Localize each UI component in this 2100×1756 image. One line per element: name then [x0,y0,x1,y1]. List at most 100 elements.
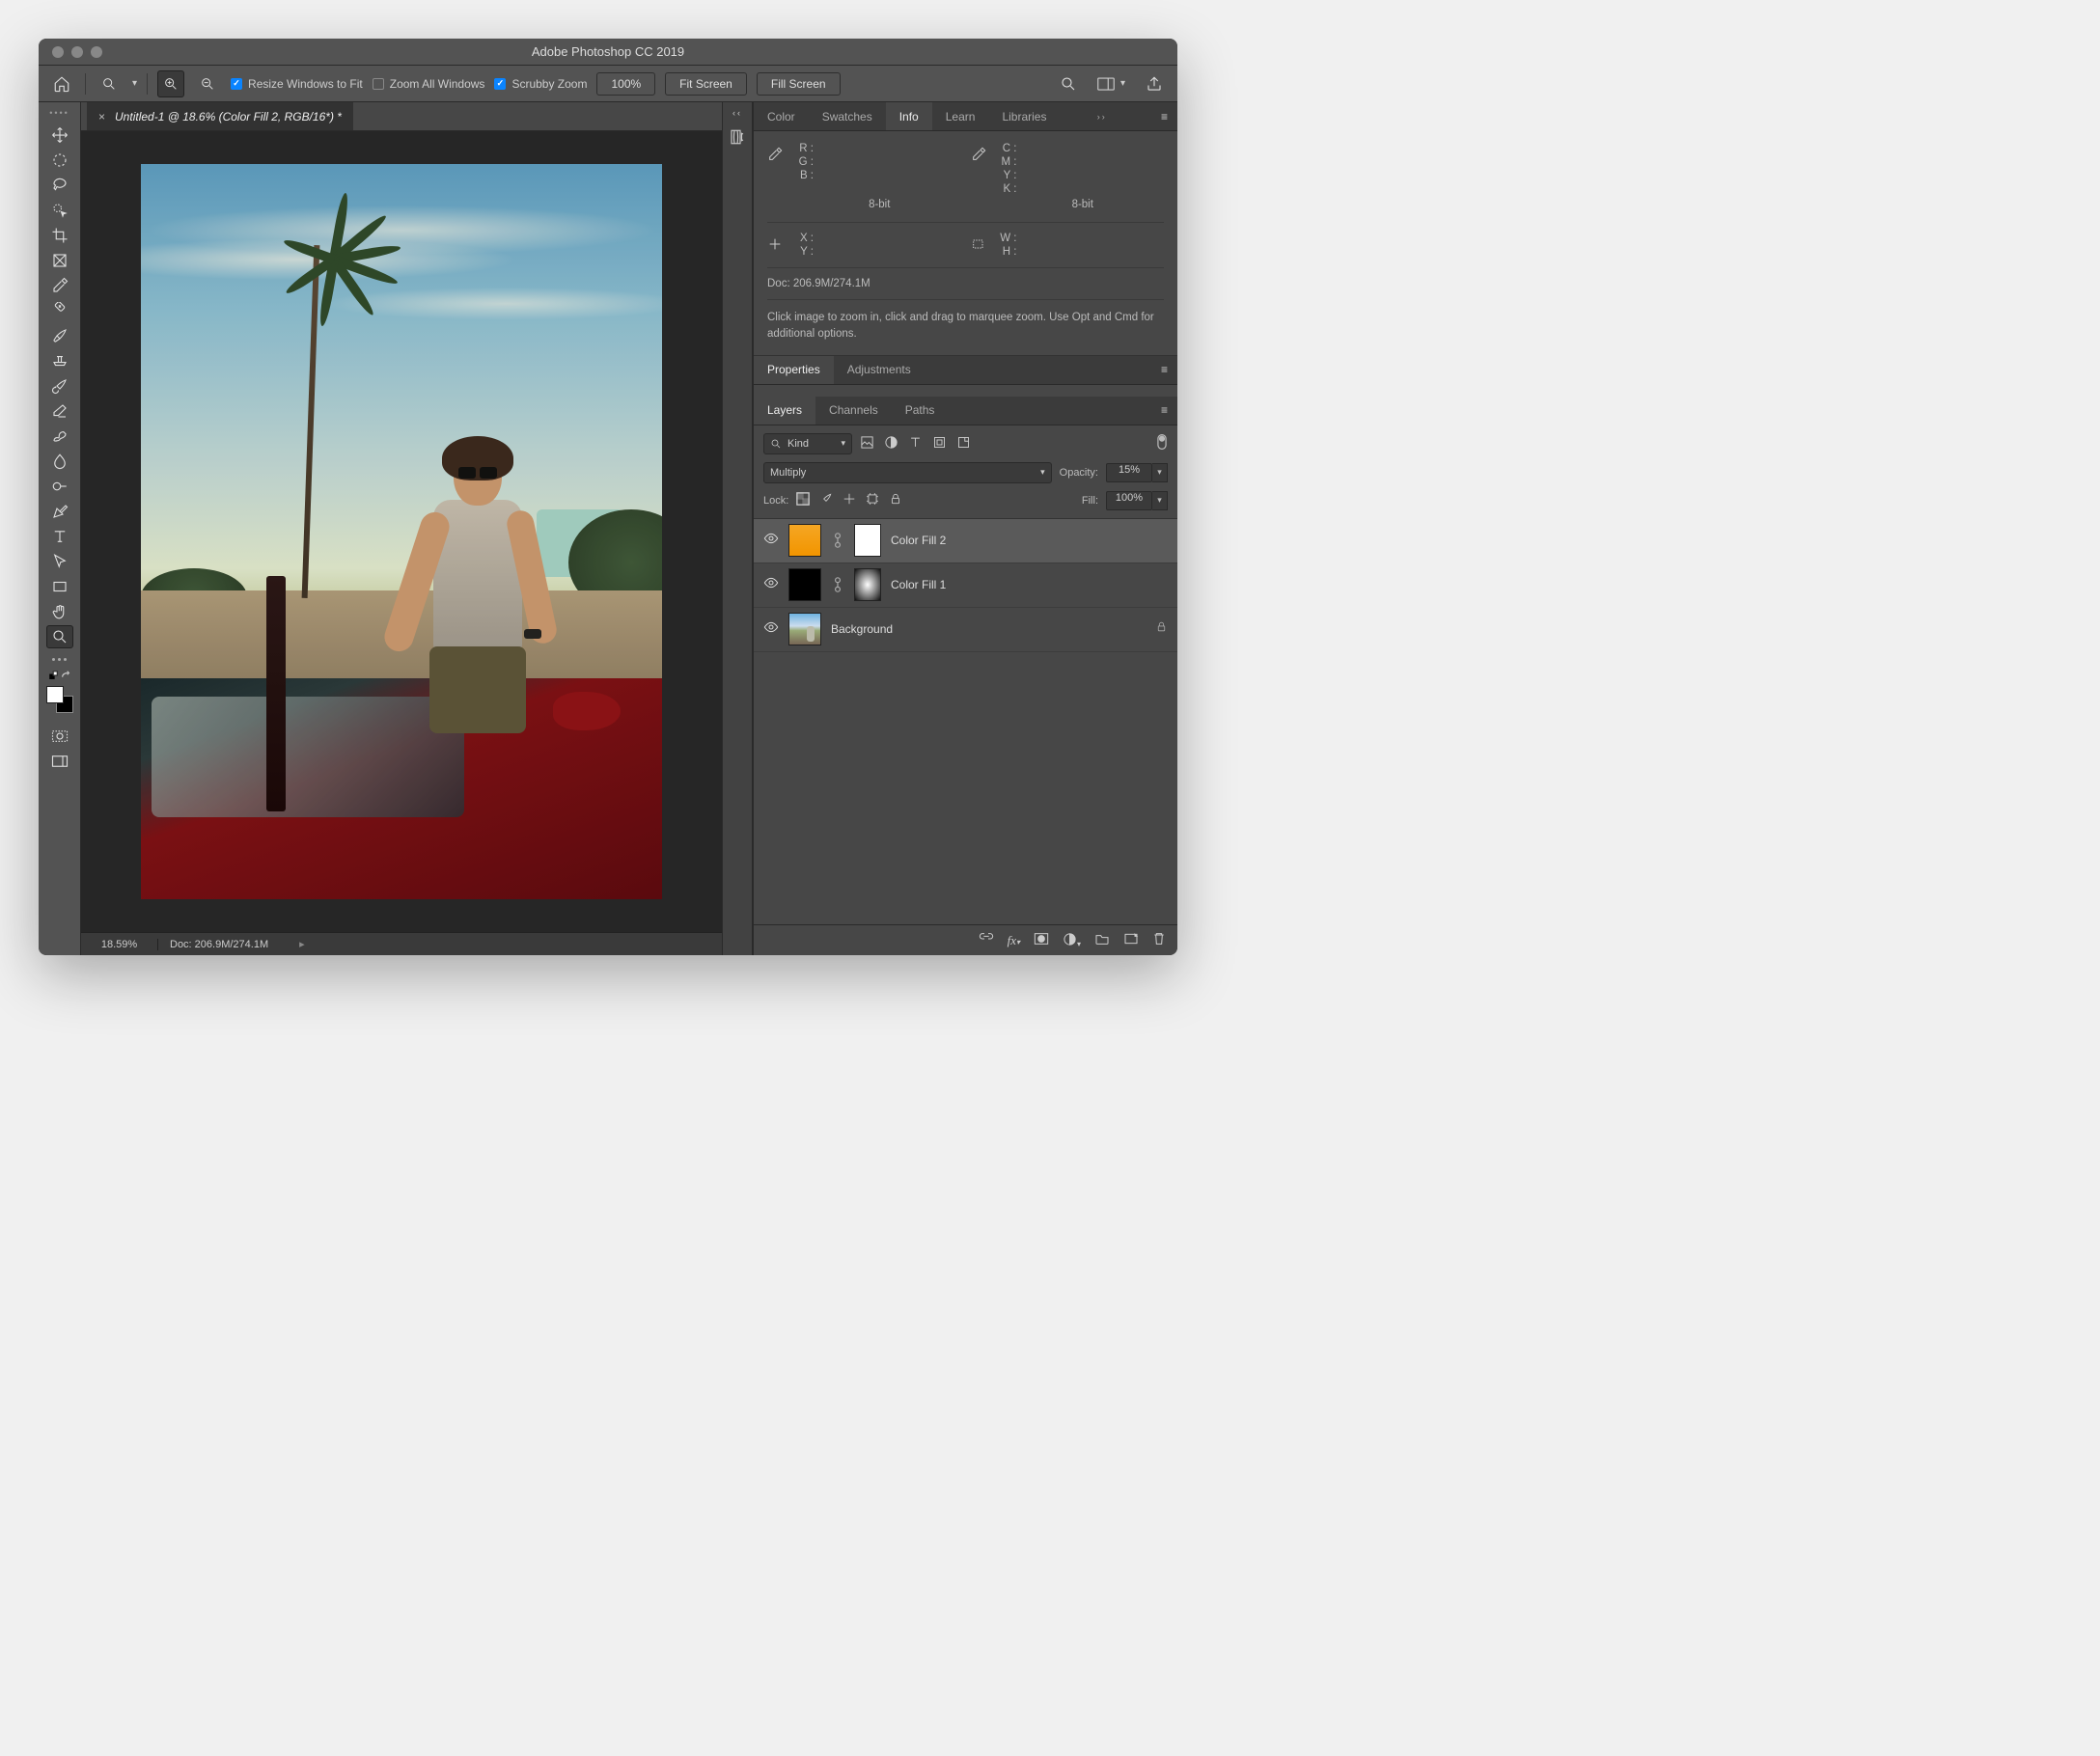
lock-icon[interactable] [1155,620,1168,638]
scrubby-zoom-checkbox[interactable]: Scrubby Zoom [494,77,587,91]
zoom-value-button[interactable]: 100% [596,72,655,96]
status-arrow-icon[interactable]: ▸ [299,938,305,950]
tool-preset-picker[interactable] [96,70,123,97]
minimize-window[interactable] [71,46,83,58]
hand-tool[interactable] [46,600,73,623]
mask-thumbnail[interactable] [854,568,881,601]
history-panel-icon[interactable] [724,123,751,151]
eyedropper-tool[interactable] [46,274,73,297]
layer-name[interactable]: Color Fill 2 [891,534,946,547]
clone-stamp-tool[interactable] [46,349,73,372]
foreground-background-colors[interactable] [46,686,73,713]
tab-libraries[interactable]: Libraries [988,102,1060,130]
layer-filter-select[interactable]: Kind ▾ [763,433,852,454]
layer-thumbnail[interactable] [788,524,821,557]
blend-mode-select[interactable]: Multiply ▾ [763,462,1052,483]
lock-artboard-icon[interactable] [866,492,879,508]
filter-type-icon[interactable] [908,435,923,453]
filter-adjustment-icon[interactable] [884,435,898,453]
filter-smartobject-icon[interactable] [956,435,971,453]
fit-screen-button[interactable]: Fit Screen [665,72,747,96]
dodge-tool[interactable] [46,475,73,498]
rectangle-tool[interactable] [46,575,73,598]
grip-icon[interactable]: •••• [49,108,69,118]
mask-thumbnail[interactable] [854,524,881,557]
tab-learn[interactable]: Learn [932,102,989,130]
layer-style-icon[interactable]: fx▾ [1008,933,1020,948]
collapse-panel-icon[interactable]: ›› [1097,112,1115,122]
tab-paths[interactable]: Paths [892,397,949,425]
eraser-tool[interactable] [46,399,73,423]
quick-selection-tool[interactable] [46,199,73,222]
visibility-toggle[interactable] [763,531,779,551]
close-window[interactable] [52,46,64,58]
history-brush-tool[interactable] [46,374,73,398]
zoom-tool[interactable] [46,625,73,648]
path-selection-tool[interactable] [46,550,73,573]
zoom-all-checkbox[interactable]: Zoom All Windows [373,77,485,91]
crop-tool[interactable] [46,224,73,247]
lasso-tool[interactable] [46,174,73,197]
canvas[interactable] [141,164,662,899]
opacity-input[interactable]: 15% [1106,463,1152,482]
quick-mask-toggle[interactable] [46,725,73,748]
resize-windows-checkbox[interactable]: Resize Windows to Fit [231,77,363,91]
layer-row[interactable]: Background [754,608,1177,652]
visibility-toggle[interactable] [763,575,779,595]
layer-row[interactable]: Color Fill 1 [754,563,1177,608]
edit-toolbar-button[interactable] [52,658,67,661]
lock-all-icon[interactable] [889,492,902,508]
pen-tool[interactable] [46,500,73,523]
zoom-window[interactable] [91,46,102,58]
delete-layer-icon[interactable] [1152,931,1166,949]
filter-toggle[interactable] [1156,433,1168,453]
group-layers-icon[interactable] [1094,932,1110,948]
lock-transparent-icon[interactable] [796,492,810,508]
layer-row[interactable]: Color Fill 2 [754,519,1177,563]
foreground-color[interactable] [46,686,64,703]
workspace-switcher[interactable]: ▾ [1097,77,1125,91]
tab-properties[interactable]: Properties [754,356,834,384]
document-tab[interactable]: × Untitled-1 @ 18.6% (Color Fill 2, RGB/… [87,102,353,130]
search-button[interactable] [1055,70,1082,97]
opacity-dropdown[interactable]: ▾ [1152,463,1168,482]
layer-name[interactable]: Background [831,622,893,636]
expand-panels-icon[interactable]: ‹‹ [732,108,742,118]
tab-channels[interactable]: Channels [815,397,892,425]
eyedropper-icon[interactable] [971,147,986,165]
lock-image-icon[interactable] [819,492,833,508]
home-button[interactable] [48,70,75,97]
status-zoom[interactable]: 18.59% [81,939,158,950]
fill-dropdown[interactable]: ▾ [1152,491,1168,510]
status-doc-info[interactable]: Doc: 206.9M/274.1M [158,939,280,950]
frame-tool[interactable] [46,249,73,272]
lock-position-icon[interactable] [843,492,856,508]
share-button[interactable] [1141,70,1168,97]
canvas-area[interactable] [81,131,722,932]
zoom-in-button[interactable] [157,70,184,97]
type-tool[interactable] [46,525,73,548]
layer-name[interactable]: Color Fill 1 [891,578,946,591]
filter-pixel-icon[interactable] [860,435,874,453]
gradient-tool[interactable] [46,425,73,448]
panel-menu-icon[interactable]: ≡ [1151,363,1177,376]
swap-reset-colors[interactable] [49,671,70,680]
fill-input[interactable]: 100% [1106,491,1152,510]
visibility-toggle[interactable] [763,619,779,640]
close-tab-icon[interactable]: × [98,110,105,123]
link-layers-icon[interactable] [979,932,994,948]
screen-mode-toggle[interactable] [46,750,73,773]
tab-layers[interactable]: Layers [754,397,815,425]
zoom-out-button[interactable] [194,70,221,97]
panel-menu-icon[interactable]: ≡ [1151,110,1177,123]
new-layer-icon[interactable] [1123,932,1139,948]
blur-tool[interactable] [46,450,73,473]
brush-tool[interactable] [46,324,73,347]
adjustment-layer-icon[interactable]: ▾ [1063,932,1081,949]
chevron-down-icon[interactable]: ▾ [132,78,137,89]
tab-color[interactable]: Color [754,102,809,130]
tab-swatches[interactable]: Swatches [809,102,886,130]
panel-menu-icon[interactable]: ≡ [1151,403,1177,417]
marquee-tool[interactable] [46,149,73,172]
fill-screen-button[interactable]: Fill Screen [757,72,841,96]
